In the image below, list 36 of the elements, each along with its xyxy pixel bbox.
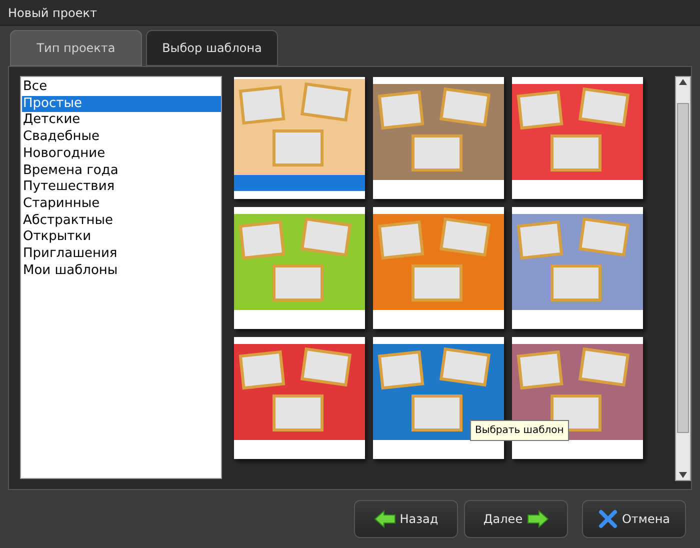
scroll-down-arrow-icon[interactable] [679, 472, 687, 478]
tooltip: Выбрать шаблон [470, 420, 569, 441]
button-label: Назад [400, 511, 438, 528]
scroll-up-arrow-icon[interactable] [679, 79, 687, 85]
next-button[interactable]: Далее [464, 500, 568, 538]
category-item[interactable]: Свадебные [22, 129, 221, 146]
template-thumbnail[interactable] [234, 337, 365, 459]
category-item[interactable]: Открытки [22, 229, 221, 246]
category-item[interactable]: Новогодние [22, 146, 221, 163]
button-label: Далее [483, 511, 523, 528]
cancel-button[interactable]: Отмена [582, 500, 686, 538]
scrollbar[interactable] [675, 76, 691, 481]
template-thumbnail[interactable] [373, 77, 504, 199]
template-thumbnail[interactable] [234, 77, 365, 199]
close-icon [598, 509, 618, 529]
template-thumbnail[interactable] [234, 207, 365, 329]
category-item[interactable]: Простые [22, 96, 221, 112]
category-item[interactable]: Все [22, 79, 221, 96]
template-thumbnail[interactable] [373, 207, 504, 329]
category-item[interactable]: Абстрактные [22, 212, 221, 230]
button-label: Отмена [622, 511, 670, 528]
tab[interactable]: Тип проекта [10, 30, 142, 66]
category-item[interactable]: Детские [22, 112, 221, 130]
category-item[interactable]: Путешествия [22, 179, 221, 196]
template-thumbnail[interactable] [512, 77, 643, 199]
tab[interactable]: Выбор шаблона [146, 30, 278, 66]
template-thumbnail[interactable] [512, 207, 643, 329]
right-arrow-icon [526, 510, 549, 528]
window-title: Новый проект [8, 4, 97, 22]
category-item[interactable]: Старинные [22, 196, 221, 213]
category-item[interactable]: Мои шаблоны [22, 262, 221, 280]
left-arrow-icon [374, 510, 396, 528]
category-item[interactable]: Приглашения [22, 246, 221, 263]
scrollbar-thumb[interactable] [677, 103, 689, 433]
back-button[interactable]: Назад [354, 500, 458, 538]
category-item[interactable]: Времена года [22, 162, 221, 180]
